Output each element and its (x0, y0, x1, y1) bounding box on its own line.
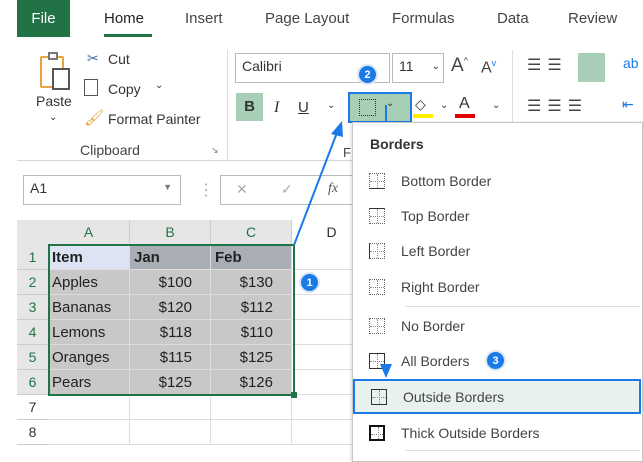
menu-item-label: Outside Borders (403, 388, 505, 405)
menu-item-label: Top Border (401, 207, 470, 224)
menu-item-outside-borders[interactable]: Outside Borders (353, 379, 641, 414)
border-icon (369, 242, 385, 259)
menu-item-top-border[interactable]: Top Border (353, 198, 641, 233)
menu-separator (405, 306, 640, 307)
border-icon (371, 388, 387, 405)
border-icon (369, 172, 385, 189)
callout-badge-2: 2 (359, 66, 376, 83)
arrow-1-head (331, 121, 343, 137)
border-icon (369, 317, 385, 334)
menu-item-label: All Borders (401, 352, 470, 369)
border-icon (369, 207, 385, 224)
menu-item-label: Left Border (401, 242, 471, 259)
menu-item-no-border[interactable]: No Border (353, 308, 641, 343)
arrow-1-line (293, 129, 339, 246)
menu-item-label: Thick Outside Borders (401, 424, 540, 441)
menu-item-thick-outside-borders[interactable]: Thick Outside Borders (353, 415, 641, 450)
menu-item-label: Bottom Border (401, 172, 492, 189)
menu-item-label: Right Border (401, 278, 480, 295)
menu-item-right-border[interactable]: Right Border (353, 269, 641, 304)
menu-separator (405, 450, 640, 451)
menu-item-left-border[interactable]: Left Border (353, 233, 641, 268)
callout-badge-1: 1 (301, 274, 318, 291)
callout-badge-3: 3 (487, 352, 504, 369)
menu-title: Borders (370, 136, 424, 152)
border-icon (369, 278, 385, 295)
border-icon (369, 424, 385, 441)
borders-dropdown-menu: Borders Bottom Border Top Border Left Bord… (352, 122, 643, 462)
border-icon (369, 352, 385, 369)
menu-item-bottom-border[interactable]: Bottom Border (353, 163, 641, 198)
menu-item-label: No Border (401, 317, 465, 334)
